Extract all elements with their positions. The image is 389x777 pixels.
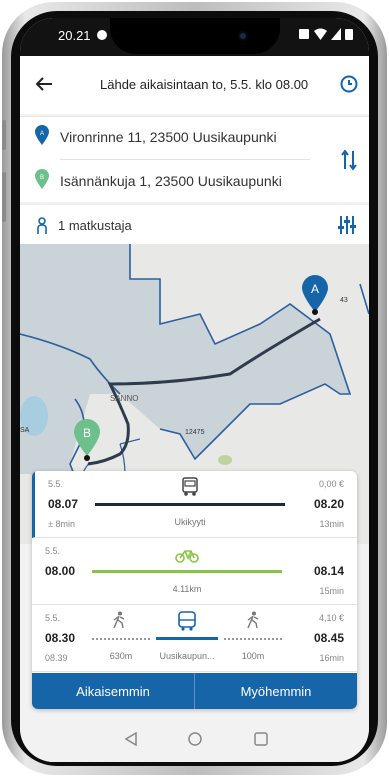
walk-line [92, 638, 150, 640]
route-duration: 15min [319, 586, 344, 596]
destination-row[interactable]: B Isännänkuja 1, 23500 Uusikaupunki [20, 161, 369, 201]
route-price: 4,10 € [318, 613, 344, 623]
departure-time-text[interactable]: Lähde aikaisintaan to, 5.5. klo 08.00 [100, 77, 308, 92]
status-icons [298, 28, 353, 40]
address-divider [60, 159, 310, 160]
back-arrow-icon[interactable] [32, 72, 56, 96]
system-navigation-bar [20, 718, 369, 762]
app-header: Lähde aikaisintaan to, 5.5. klo 08.00 [20, 56, 369, 114]
walk-line [224, 638, 282, 640]
route-departure: 08.07 [48, 497, 79, 511]
route-departure: 08.30 [45, 631, 76, 645]
passenger-count: 1 matkustaja [58, 218, 132, 233]
origin-pin-icon: A [35, 125, 49, 145]
route-arrival: 08.20 [313, 497, 344, 511]
map-edge-label-1: SA [20, 427, 30, 434]
origin-address: Vironrinne 11, 23500 Uusikaupunki [60, 129, 277, 145]
later-button[interactable]: Myöhemmin [195, 673, 357, 709]
nav-home-icon[interactable] [188, 732, 202, 746]
route-arrival: 08.45 [313, 631, 344, 645]
map-road-number: 12475 [185, 429, 205, 436]
walk-icon [113, 611, 125, 629]
route-distance: 4.11km [172, 584, 202, 594]
battery-icon [345, 29, 353, 40]
walk-distance-1: 630m [109, 651, 133, 661]
route-line [92, 570, 282, 573]
notch [110, 18, 280, 54]
walk-icon [247, 611, 259, 629]
route-duration: 13min [319, 519, 344, 529]
wifi-icon [314, 28, 327, 40]
swap-icon[interactable] [341, 149, 357, 171]
route-date: 5.5. [45, 546, 61, 556]
nav-back-icon[interactable] [124, 732, 138, 746]
route-option-3[interactable]: 5.5. 08.30 08.39 630m Uusikaupun... 100m… [32, 605, 357, 672]
map-label-sanno: SANNO [110, 394, 138, 403]
route-date: 5.5. [45, 613, 61, 623]
bicycle-icon [175, 550, 199, 563]
destination-pin-icon: B [35, 169, 49, 189]
route-option-2[interactable]: 5.5. 08.00 4.11km 08.14 15min [32, 538, 357, 605]
data-icon [299, 29, 309, 39]
bus-line [156, 637, 218, 640]
route-price: 0,00 € [318, 479, 344, 489]
route-tolerance: ± 8min [48, 519, 75, 529]
person-icon [37, 217, 47, 234]
origin-row[interactable]: A Vironrinne 11, 23500 Uusikaupunki [20, 117, 369, 157]
signal-icon [331, 28, 341, 40]
map-road-43: 43 [340, 297, 348, 304]
earlier-button[interactable]: Aikaisemmin [32, 673, 194, 709]
route-arrival: 08.14 [313, 564, 344, 578]
svg-text:B: B [83, 426, 91, 440]
clock-icon[interactable] [339, 74, 359, 94]
bus-icon [178, 611, 196, 631]
svg-text:A: A [311, 282, 319, 296]
route-mode-label: Ukikyyti [174, 517, 206, 527]
walk-distance-2: 100m [241, 651, 265, 661]
filter-icon[interactable] [337, 216, 357, 234]
passenger-row[interactable]: 1 matkustaja [20, 204, 369, 244]
notification-dot-icon [97, 30, 107, 40]
time-navigation-bar: Aikaisemmin Myöhemmin [32, 673, 357, 709]
route-line [95, 503, 285, 506]
marker-b-icon[interactable]: B [74, 419, 100, 461]
phone-frame: 20.21 Lähde aikaisintaan to, 5.5. klo 08… [2, 2, 387, 775]
route-date: 5.5. [48, 479, 64, 489]
phone-volume-button [2, 172, 6, 222]
marker-a-icon[interactable]: A [302, 275, 328, 315]
route-bus-time: 08.39 [45, 653, 68, 663]
route-duration: 16min [319, 653, 344, 663]
phone-side-button [2, 120, 6, 150]
svg-text:A: A [40, 131, 44, 137]
address-panel: A Vironrinne 11, 23500 Uusikaupunki B Is… [20, 116, 369, 202]
bus-line-name: Uusikaupun... [159, 651, 215, 661]
app-screen: 20.21 Lähde aikaisintaan to, 5.5. klo 08… [20, 18, 369, 762]
route-departure: 08.00 [45, 564, 76, 578]
status-bar: 20.21 [20, 18, 369, 56]
route-option-1[interactable]: 5.5. 08.07 ± 8min Ukikyyti 0,00 € 08.20 … [32, 471, 357, 538]
status-time: 20.21 [58, 28, 91, 43]
svg-text:B: B [40, 175, 44, 181]
nav-recents-icon[interactable] [254, 732, 268, 746]
minibus-icon [182, 477, 198, 496]
destination-address: Isännänkuja 1, 23500 Uusikaupunki [60, 173, 282, 189]
camera-icon [238, 31, 248, 41]
route-results-card: 5.5. 08.07 ± 8min Ukikyyti 0,00 € 08.20 … [32, 471, 357, 709]
